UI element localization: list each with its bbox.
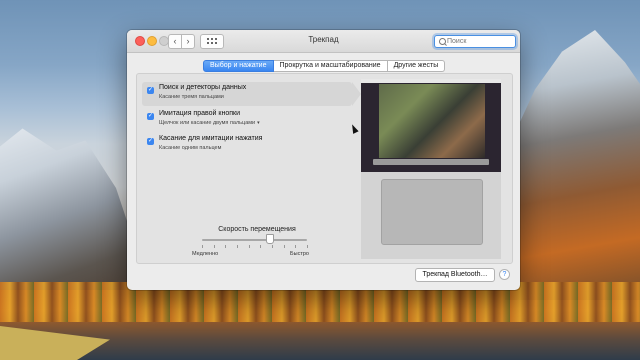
checkbox-tap-to-click[interactable]: ✓ bbox=[147, 138, 154, 145]
slider-max-label: Быстро bbox=[290, 251, 309, 257]
slider-tick bbox=[237, 245, 238, 248]
preferences-window: ‹ › Трекпад Выбор и нажатие Прокрутка и … bbox=[127, 30, 520, 290]
slider-tick bbox=[260, 245, 262, 248]
slider-tick bbox=[283, 245, 285, 248]
slider-tick bbox=[225, 245, 227, 248]
preview-menubar bbox=[361, 79, 501, 83]
chevron-down-icon: ▾ bbox=[257, 120, 260, 126]
gesture-preview bbox=[361, 79, 501, 259]
option-subtitle: Касание одним пальцем bbox=[159, 145, 222, 151]
option-title: Имитация правой кнопки bbox=[159, 110, 240, 117]
search-input[interactable] bbox=[447, 36, 511, 47]
slider-tick bbox=[272, 245, 273, 248]
slider-tick bbox=[307, 245, 308, 248]
slider-ticks bbox=[202, 245, 308, 248]
option-subtitle: Щелчок или касание двумя пальцами bbox=[159, 120, 256, 126]
tab-bar: Выбор и нажатие Прокрутка и масштабирова… bbox=[203, 60, 446, 72]
preview-dock bbox=[373, 159, 489, 165]
settings-panel: ✓ Поиск и детекторы данных Касание тремя… bbox=[136, 73, 513, 264]
option-lookup[interactable]: ✓ Поиск и детекторы данных Касание тремя… bbox=[142, 82, 361, 106]
option-subtitle: Касание тремя пальцами bbox=[159, 94, 224, 100]
slider-tick bbox=[295, 245, 297, 248]
search-field[interactable] bbox=[434, 35, 516, 48]
checkbox-lookup[interactable]: ✓ bbox=[147, 87, 154, 94]
tab-scroll-zoom[interactable]: Прокрутка и масштабирование bbox=[273, 60, 388, 72]
selection-arrow bbox=[352, 82, 361, 106]
checkbox-secondary-click[interactable]: ✓ bbox=[147, 113, 154, 120]
tracking-speed-label: Скорость перемещения bbox=[218, 226, 296, 233]
slider-min-label: Медленно bbox=[192, 251, 219, 257]
help-button[interactable]: ? bbox=[499, 269, 510, 280]
preview-screen bbox=[361, 79, 501, 172]
slider-tick bbox=[248, 245, 250, 248]
option-tap-to-click[interactable]: ✓ Касание для имитации нажатия Касание о… bbox=[142, 133, 352, 157]
tracking-speed-slider[interactable] bbox=[202, 239, 307, 241]
slider-thumb[interactable] bbox=[266, 234, 275, 244]
tab-point-click[interactable]: Выбор и нажатие bbox=[203, 60, 274, 72]
option-secondary-click[interactable]: ✓ Имитация правой кнопки Щелчок или каса… bbox=[142, 108, 352, 132]
option-subtitle-dropdown[interactable]: Щелчок или касание двумя пальцами ▾ bbox=[159, 120, 260, 126]
preview-image bbox=[379, 84, 485, 158]
preview-trackpad bbox=[381, 179, 483, 245]
option-title: Поиск и детекторы данных bbox=[159, 84, 247, 91]
slider-tick bbox=[213, 245, 215, 248]
mountain-right bbox=[505, 30, 640, 300]
tab-more-gestures[interactable]: Другие жесты bbox=[387, 60, 446, 72]
slider-tick bbox=[202, 245, 203, 248]
search-icon bbox=[439, 38, 446, 45]
bluetooth-trackpad-button[interactable]: Трекпад Bluetooth… bbox=[415, 268, 495, 282]
option-title: Касание для имитации нажатия bbox=[159, 135, 263, 142]
titlebar: ‹ › Трекпад bbox=[127, 30, 520, 53]
